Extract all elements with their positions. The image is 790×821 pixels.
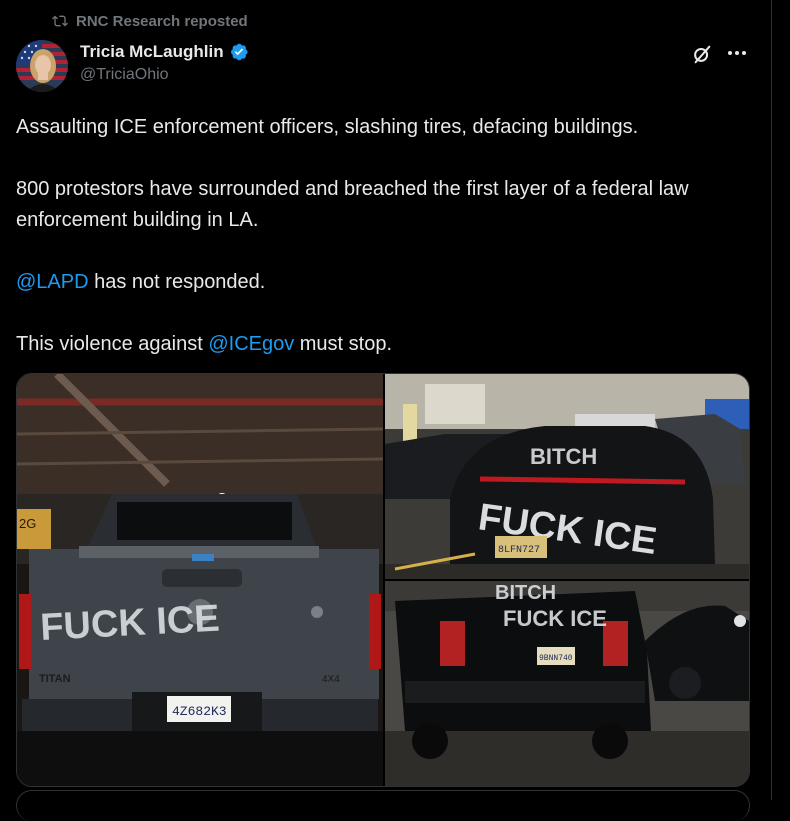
license-plate: 9BNN740 — [539, 654, 573, 663]
graffiti-text: FUCK ICE — [503, 606, 607, 631]
repost-indicator[interactable]: RNC Research reposted — [52, 11, 248, 31]
media-grid: 2G FUCK ICE TITAN 4X4 4Z682K3 BITCH FUCK… — [16, 373, 750, 787]
more-icon — [728, 51, 732, 55]
photo-truck-tailgate[interactable]: 2G FUCK ICE TITAN 4X4 4Z682K3 — [17, 374, 383, 786]
tweet-paragraph: 800 protestors have surrounded and breac… — [16, 178, 689, 231]
repost-icon — [52, 15, 68, 27]
author-name-text: Tricia McLaughlin — [80, 42, 224, 61]
mention-link-icegov[interactable]: @ICEgov — [208, 333, 294, 355]
mention-link-lapd[interactable]: @LAPD — [16, 271, 89, 293]
graffiti-text-top: BITCH — [495, 582, 556, 604]
grok-icon — [694, 45, 711, 64]
grok-button[interactable] — [690, 42, 714, 66]
tweet-text: Assaulting ICE enforcement officers, sla… — [16, 112, 761, 391]
truck-badge: TITAN — [39, 673, 71, 685]
author-name[interactable]: Tricia McLaughlin — [80, 40, 249, 64]
avatar[interactable] — [16, 40, 68, 92]
column-divider — [771, 0, 772, 800]
repost-label: RNC Research reposted — [76, 12, 248, 30]
tweet-paragraph: Assaulting ICE enforcement officers, sla… — [16, 116, 639, 138]
graffiti-text-top: BITCH — [530, 444, 597, 469]
verified-badge-icon — [230, 43, 248, 61]
tweet-paragraph: @LAPD has not responded. — [16, 271, 266, 293]
photo-suv[interactable]: BITCH FUCK ICE 9BNN740 — [385, 581, 749, 786]
tweet-paragraph: This violence against @ICEgov must stop. — [16, 333, 393, 355]
author-handle[interactable]: @TriciaOhio — [80, 66, 169, 84]
parking-sign: 2G — [19, 516, 36, 531]
license-plate: 8LFN727 — [498, 545, 540, 556]
quoted-card-edge — [16, 790, 750, 821]
more-options-button[interactable] — [724, 42, 750, 64]
truck-trim: 4X4 — [322, 674, 340, 685]
photo-sedan[interactable]: BITCH FUCK ICE 8LFN727 — [385, 374, 749, 579]
license-plate: 4Z682K3 — [172, 704, 227, 719]
